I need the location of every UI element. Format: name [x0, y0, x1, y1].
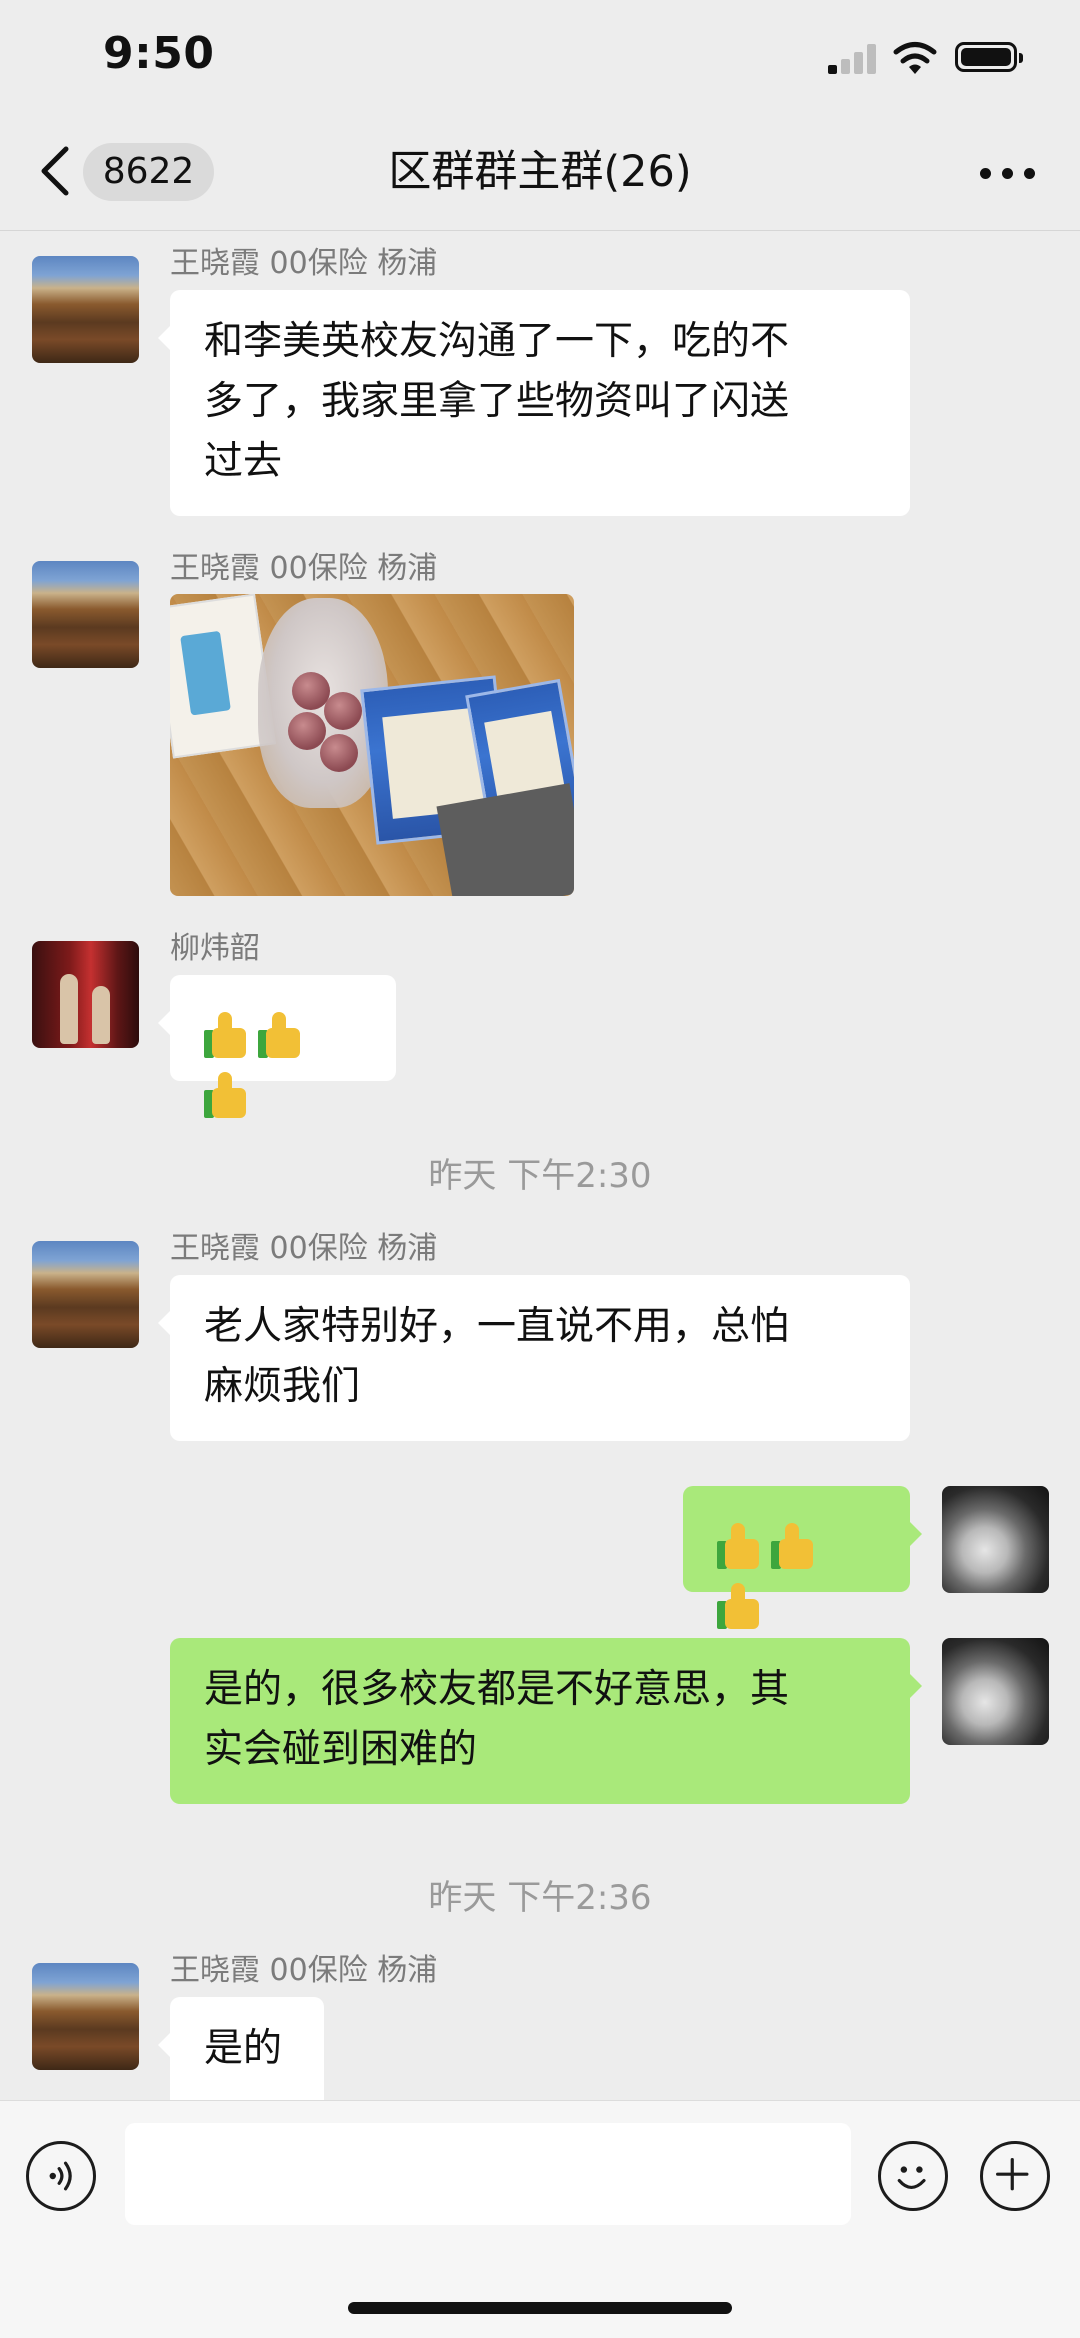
home-indicator[interactable] [348, 2302, 732, 2314]
chat-title: 区群群主群(26) [388, 147, 692, 197]
sender-name: 王晓霞 00保险 杨浦 [170, 551, 438, 586]
my-avatar[interactable] [942, 1486, 1049, 1593]
more-options-icon[interactable] [980, 160, 1036, 184]
emoji-icon[interactable] [878, 2141, 948, 2211]
thumbs-up-emoji-group [204, 1003, 362, 1123]
thumbs-up-emoji-group [717, 1514, 876, 1634]
message-bubble-self[interactable]: 是的，很多校友都是不好意思，其 实会碰到困难的 [170, 1638, 922, 1804]
sender-name: 王晓霞 00保险 杨浦 [170, 246, 438, 281]
message-text-line: 是的，很多校友都是不好意思，其 [204, 1667, 790, 1712]
thumbs-up-icon [771, 1522, 815, 1569]
thumbs-up-icon [204, 1071, 248, 1118]
thumbs-up-icon [717, 1522, 761, 1569]
my-avatar[interactable] [942, 1638, 1049, 1745]
avatar[interactable] [32, 941, 139, 1048]
avatar[interactable] [32, 1963, 139, 2070]
sender-name: 柳炜韶 [170, 931, 260, 966]
add-attachment-icon[interactable] [980, 2141, 1050, 2211]
message-bubble[interactable] [158, 975, 396, 1118]
message-text-line: 多了，我家里拿了些物资叫了闪送 [204, 379, 790, 424]
message-input[interactable] [125, 2123, 851, 2225]
timestamp: 昨天 下午2:30 [428, 1156, 652, 1196]
thumbs-up-icon [258, 1011, 302, 1058]
sender-name: 王晓霞 00保险 杨浦 [170, 1953, 438, 1988]
wifi-icon [893, 42, 937, 74]
message-text-line: 老人家特别好，一直说不用，总怕 [204, 1304, 790, 1349]
message-bubble[interactable]: 老人家特别好，一直说不用，总怕 麻烦我们 [158, 1275, 910, 1441]
sender-name: 王晓霞 00保险 杨浦 [170, 1231, 438, 1266]
message-text-line: 过去 [204, 439, 283, 484]
thumbs-up-icon [717, 1582, 761, 1629]
timestamp: 昨天 下午2:36 [428, 1878, 652, 1918]
cellular-signal-icon [828, 44, 880, 74]
status-bar: 9:50 [0, 0, 1080, 120]
message-text-line: 和李美英校友沟通了一下，吃的不 [204, 319, 790, 364]
avatar[interactable] [32, 256, 139, 363]
status-time: 9:50 [103, 28, 215, 79]
message-text-line: 实会碰到困难的 [204, 1727, 478, 1772]
message-text-line: 麻烦我们 [204, 1364, 361, 1409]
image-message[interactable] [170, 594, 574, 896]
message-bubble[interactable]: 和李美英校友沟通了一下，吃的不 多了，我家里拿了些物资叫了闪送 过去 [158, 290, 910, 516]
message-text: 是的 [204, 2026, 283, 2071]
voice-input-icon[interactable] [26, 2141, 96, 2211]
message-bubble-self[interactable] [683, 1486, 922, 1629]
avatar[interactable] [32, 561, 139, 668]
message-bubble[interactable]: 是的 [158, 1997, 324, 2100]
battery-icon [955, 42, 1023, 72]
thumbs-up-icon [204, 1011, 248, 1058]
avatar[interactable] [32, 1241, 139, 1348]
